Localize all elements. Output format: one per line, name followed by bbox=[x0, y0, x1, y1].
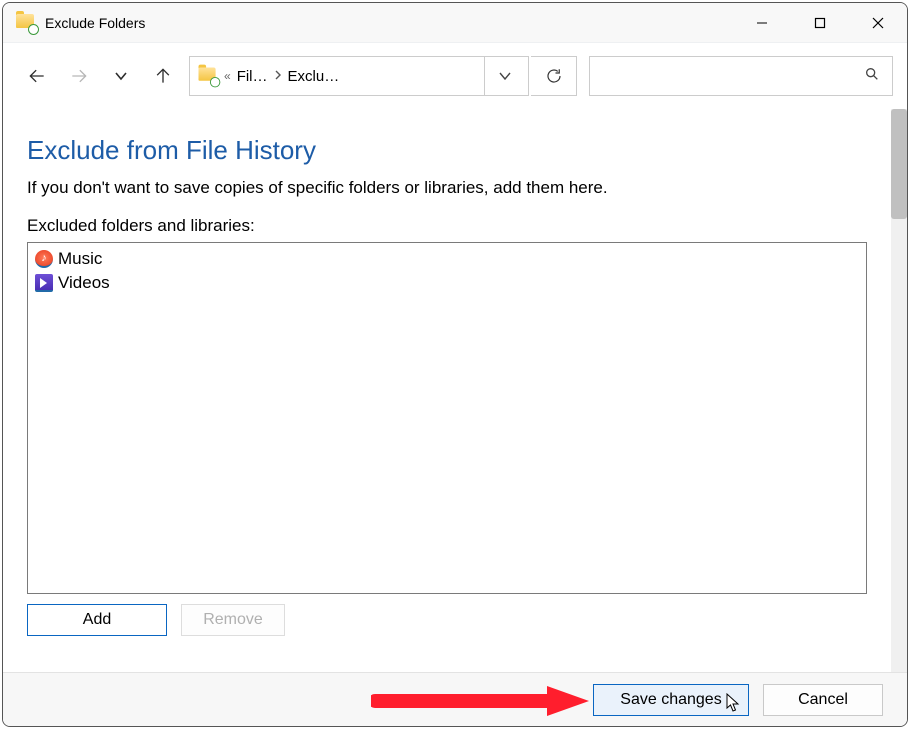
music-library-icon: ♪ bbox=[34, 249, 54, 269]
content-area: Exclude from File History If you don't w… bbox=[3, 109, 907, 672]
maximize-button[interactable] bbox=[791, 3, 849, 43]
titlebar: Exclude Folders bbox=[3, 3, 907, 43]
remove-button[interactable]: Remove bbox=[181, 604, 285, 636]
breadcrumb-sep-icon: « bbox=[224, 69, 231, 83]
chevron-right-icon[interactable] bbox=[274, 69, 282, 83]
forward-button[interactable] bbox=[59, 56, 99, 96]
list-item-label: Music bbox=[58, 249, 102, 269]
search-input[interactable] bbox=[589, 56, 893, 96]
window-frame: Exclude Folders « Fil… bbox=[2, 2, 908, 727]
scrollbar-thumb[interactable] bbox=[891, 109, 907, 219]
address-bar[interactable]: « Fil… Exclu… bbox=[189, 56, 529, 96]
breadcrumb-part2[interactable]: Exclu… bbox=[288, 68, 340, 85]
back-button[interactable] bbox=[17, 56, 57, 96]
up-button[interactable] bbox=[143, 56, 183, 96]
videos-library-icon bbox=[34, 273, 54, 293]
list-label: Excluded folders and libraries: bbox=[27, 216, 867, 236]
breadcrumb-part1[interactable]: Fil… bbox=[237, 68, 268, 85]
excluded-list[interactable]: ♪ Music Videos bbox=[27, 242, 867, 594]
search-icon bbox=[864, 66, 880, 86]
cursor-icon bbox=[726, 693, 742, 713]
cancel-button[interactable]: Cancel bbox=[763, 684, 883, 716]
close-button[interactable] bbox=[849, 3, 907, 43]
minimize-button[interactable] bbox=[733, 3, 791, 43]
address-history-button[interactable] bbox=[484, 57, 524, 95]
list-item-label: Videos bbox=[58, 273, 110, 293]
breadcrumb-root-icon bbox=[198, 67, 218, 85]
recent-locations-button[interactable] bbox=[101, 56, 141, 96]
page-heading: Exclude from File History bbox=[27, 135, 867, 166]
file-history-folder-icon bbox=[15, 12, 37, 34]
list-item[interactable]: ♪ Music bbox=[32, 247, 862, 271]
page-description: If you don't want to save copies of spec… bbox=[27, 178, 867, 198]
save-changes-label: Save changes bbox=[620, 691, 721, 709]
add-button[interactable]: Add bbox=[27, 604, 167, 636]
list-item[interactable]: Videos bbox=[32, 271, 862, 295]
save-changes-button[interactable]: Save changes bbox=[593, 684, 749, 716]
annotation-arrow-icon bbox=[371, 685, 591, 717]
refresh-button[interactable] bbox=[531, 56, 577, 96]
list-buttons: Add Remove bbox=[27, 604, 867, 636]
navigation-bar: « Fil… Exclu… bbox=[3, 43, 907, 109]
vertical-scrollbar[interactable] bbox=[891, 109, 907, 672]
window-title: Exclude Folders bbox=[45, 15, 145, 31]
dialog-footer: Save changes Cancel bbox=[3, 672, 907, 726]
